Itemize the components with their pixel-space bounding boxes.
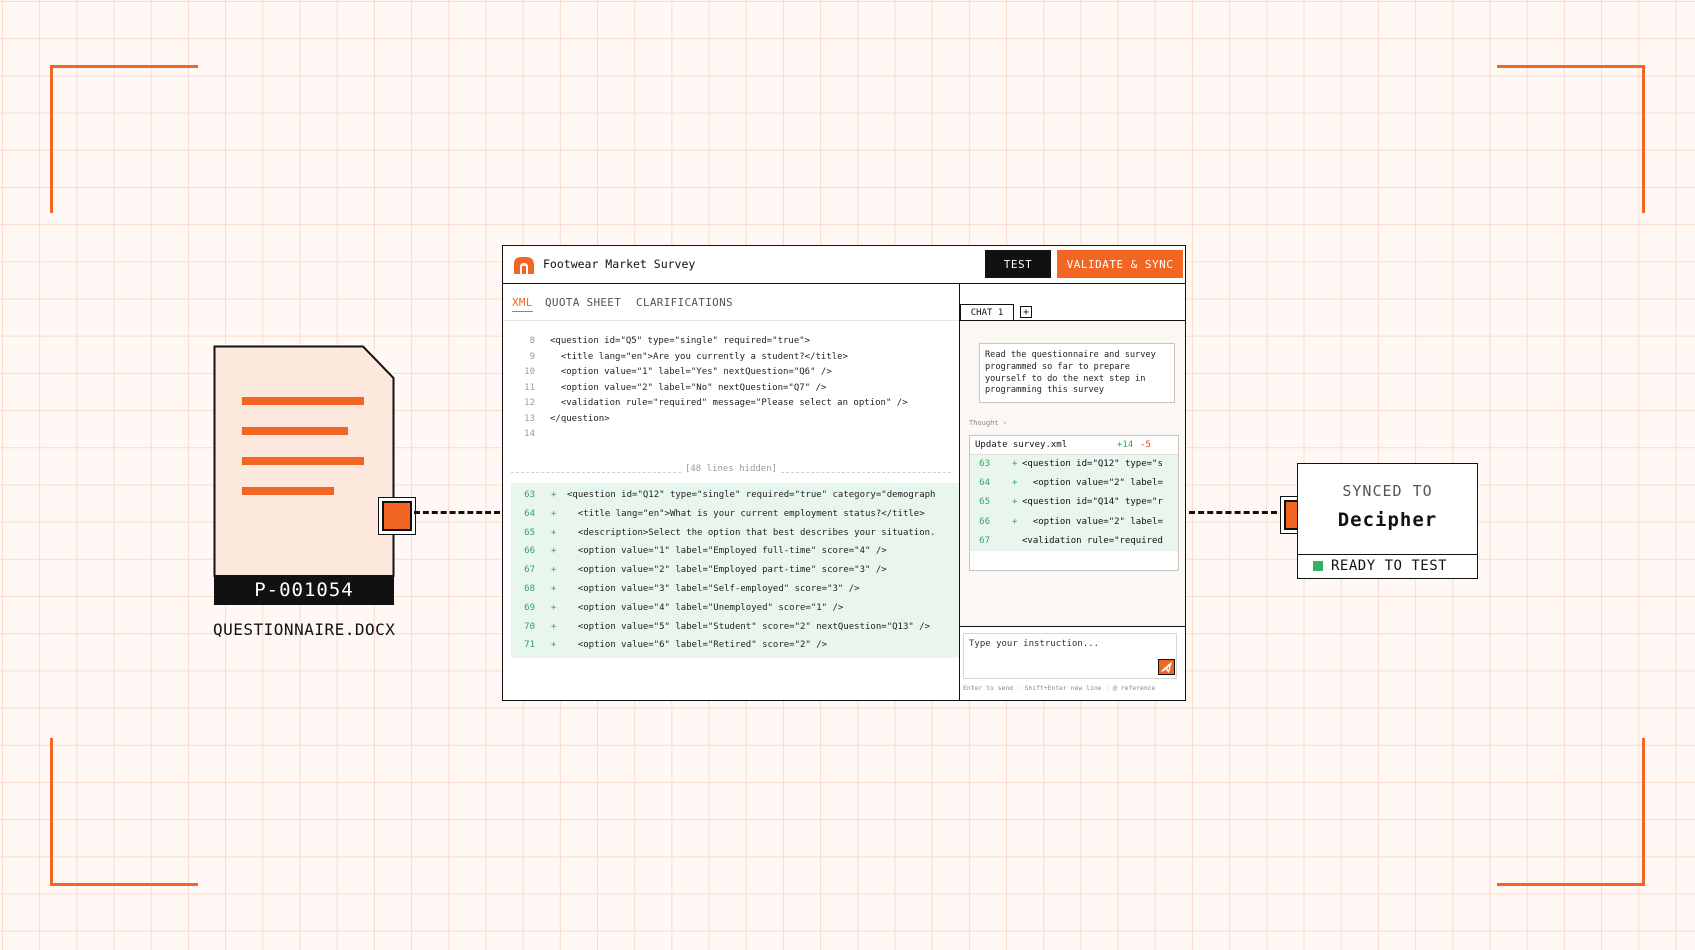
code-line: 9 <title lang="en">Are you currently a s…: [529, 351, 849, 362]
status-badge: READY TO TEST: [1298, 554, 1477, 578]
document-icon: [213, 345, 395, 577]
composer-hint: Enter to send · Shift+Enter new line · @…: [963, 684, 1156, 692]
diff-line: 66 + <option value="1" label="Employed fu…: [524, 546, 887, 557]
diff-line: 68 + <option value="3" label="Self-employ…: [524, 583, 860, 594]
update-line: 64 + <option value="2" label=: [970, 474, 1178, 494]
status-label: READY TO TEST: [1331, 558, 1448, 574]
chat-tabs: CHAT 1 +: [960, 284, 1185, 321]
tab-quota-sheet[interactable]: QUOTA SHEET: [545, 296, 621, 309]
code-line: 14: [524, 429, 535, 439]
validate-sync-button[interactable]: VALIDATE & SYNC: [1057, 250, 1183, 278]
update-line: 65 + <question id="Q14" type="r: [970, 493, 1178, 513]
file-update-header: Update survey.xml +14 -5: [970, 436, 1178, 455]
document-id: P-001054: [214, 575, 394, 605]
target-name: Decipher: [1337, 509, 1438, 531]
code-line: 12 <validation rule="required" message="…: [524, 398, 908, 408]
frame-corner-bottom-left: [50, 738, 198, 886]
diff-block: 63 + <question id="Q12" type="single" requ…: [511, 483, 959, 659]
chat-messages: Read the questionnaire and survey progra…: [960, 321, 1185, 626]
frame-corner-bottom-right: [1497, 738, 1645, 886]
diff-line: 64 + <title lang="en">What is your curren…: [524, 508, 925, 519]
survey-title: Footwear Market Survey: [543, 257, 696, 271]
chat-panel: CHAT 1 + Read the questionnaire and surv…: [959, 284, 1185, 700]
code-line: 13 </question>: [524, 413, 610, 424]
tab-xml[interactable]: XML: [512, 296, 533, 312]
code-line: 10 <option value="1" label="Yes" nextQue…: [524, 367, 832, 377]
app-header: Footwear Market Survey TEST VALIDATE & S…: [503, 246, 1185, 284]
document-filename: QUESTIONNAIRE.DOCX: [213, 620, 396, 639]
connector-dash-left: [414, 511, 500, 514]
editor-tabs: XML QUOTA SHEET CLARIFICATIONS: [503, 284, 959, 321]
diff-line: 63 + <question id="Q12" type="single" requ…: [524, 490, 936, 500]
status-dot-icon: [1313, 561, 1323, 571]
update-line: 63 + <question id="Q12" type="s: [970, 455, 1178, 475]
thought-toggle[interactable]: Thought ›: [969, 419, 1007, 427]
update-line: 66 + <option value="2" label=: [970, 512, 1178, 532]
tab-chat-1[interactable]: CHAT 1: [960, 304, 1014, 320]
add-chat-button[interactable]: +: [1020, 306, 1032, 318]
diff-line: 71 + <option value="6" label="Retired" sc…: [524, 640, 828, 651]
frame-corner-top-left: [50, 65, 198, 213]
code-block[interactable]: 8 <question id="Q5" type="single" require…: [511, 334, 959, 443]
code-line: 8 <question id="Q5" type="single" require…: [529, 336, 811, 346]
diff-line: 70 + <option value="5" label="Student" sc…: [524, 621, 931, 632]
file-update-card[interactable]: Update survey.xml +14 -5 63 + <question id…: [969, 435, 1179, 571]
diff-line: 69 + <option value="4" label="Unemployed"…: [524, 602, 844, 613]
file-update-name: Update survey.xml: [975, 440, 1068, 450]
lines-added-count: +14: [1117, 440, 1134, 450]
diff-line: 67 + <option value="2" label="Employed pa…: [524, 565, 887, 576]
instruction-input[interactable]: [963, 633, 1177, 679]
connector-node-icon: [382, 501, 412, 531]
connector-dash-right: [1189, 511, 1277, 514]
questionnaire-document: P-001054: [213, 345, 396, 605]
app-logo-icon: [514, 257, 534, 274]
send-icon: [1161, 662, 1172, 673]
hidden-lines-marker[interactable]: [48 lines hidden]: [511, 464, 951, 480]
update-line: 67 <validation rule="required: [970, 531, 1178, 551]
code-line: 11 <option value="2" label="No" nextQues…: [524, 382, 827, 393]
sync-target-card: SYNCED TO Decipher READY TO TEST: [1297, 463, 1478, 579]
frame-corner-top-right: [1497, 65, 1645, 213]
survey-editor-window: Footwear Market Survey TEST VALIDATE & S…: [502, 245, 1186, 701]
lines-removed-count: -5: [1140, 440, 1151, 450]
code-editor: XML QUOTA SHEET CLARIFICATIONS 8 <questio…: [503, 284, 959, 700]
synced-to-label: SYNCED TO: [1342, 482, 1433, 500]
chat-composer: Enter to send · Shift+Enter new line · @…: [960, 626, 1185, 700]
send-button[interactable]: [1158, 659, 1175, 675]
tab-clarifications[interactable]: CLARIFICATIONS: [636, 296, 733, 309]
diff-line: 65 + <description>Select the option that …: [524, 527, 936, 538]
user-message: Read the questionnaire and survey progra…: [979, 343, 1175, 403]
test-button[interactable]: TEST: [985, 250, 1051, 278]
